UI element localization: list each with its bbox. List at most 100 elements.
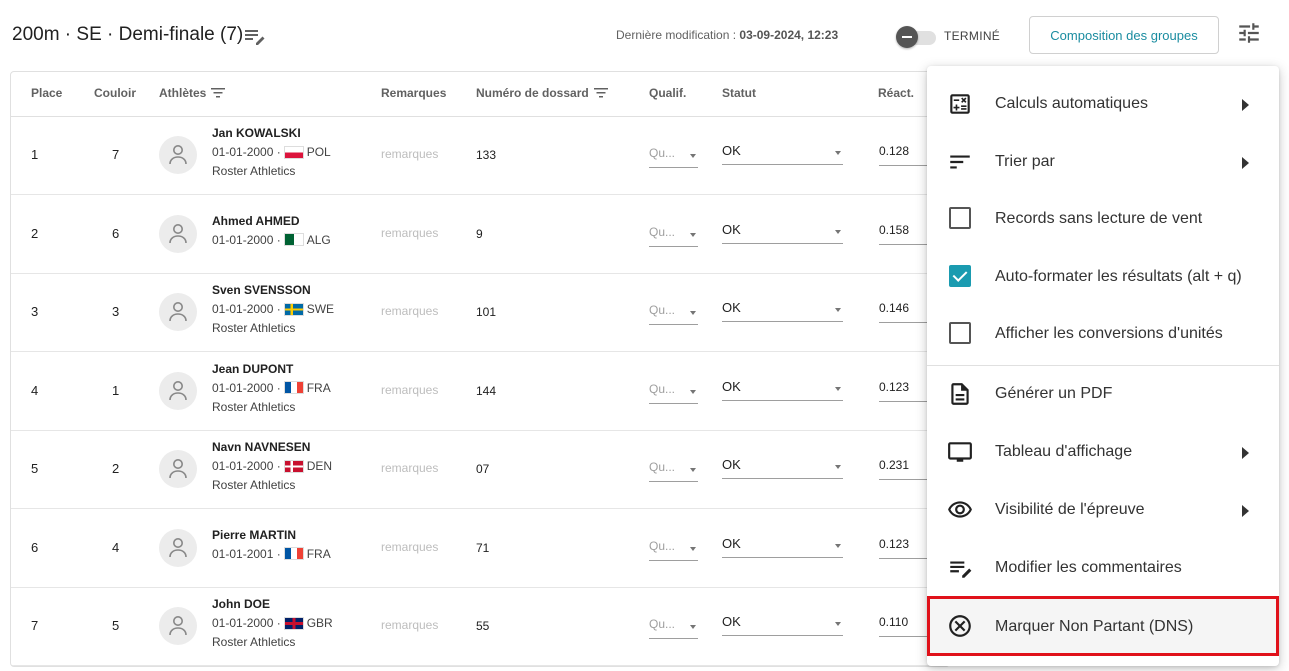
chevron-right-icon [1242,447,1249,459]
header-place[interactable]: Place [31,86,62,100]
status-select[interactable]: OK [722,222,843,244]
records-no-wind-checkbox[interactable] [949,207,971,229]
table-row[interactable]: 3 3 Sven SVENSSON 01-01-2000 · SWE Roster Ath… [11,274,949,352]
filter-icon[interactable] [593,87,609,99]
person-icon [169,380,187,400]
table-row[interactable]: 1 7 Jan KOWALSKI 01-01-2000 · POL Roster Athl… [11,117,949,195]
menu-item-unit-conversions[interactable]: Afficher les conversions d'unités [927,305,1279,363]
results-table: Place Couloir Athlètes Remarques Numéro … [10,71,950,667]
remarks-input[interactable]: remarques [381,540,438,554]
table-row[interactable]: 2 6 Ahmed AHMED 01-01-2000 · ALG remarques 9 Qu… [11,196,949,274]
qualif-select[interactable]: Qu... [649,617,698,639]
unit-conversions-checkbox[interactable] [949,322,971,344]
lane-cell: 3 [112,304,120,319]
options-menu: Calculs automatiques Trier par Records s… [927,66,1279,666]
athlete-name[interactable]: Navn NAVNESEN [212,440,310,454]
country-flag-icon [283,233,304,246]
chevron-right-icon [1242,99,1249,111]
table-row[interactable]: 7 5 John DOE 01-01-2000 · GBR Roster Athletic… [11,588,949,666]
person-icon [169,145,187,165]
qualif-select[interactable]: Qu... [649,225,698,247]
bib-cell[interactable]: 9 [476,227,483,241]
menu-item-mark-dns[interactable]: Marquer Non Partant (DNS) [927,596,1279,656]
finished-toggle[interactable] [896,26,940,48]
header-athletes[interactable]: Athlètes [159,86,226,100]
header-reaction[interactable]: Réact. [878,86,914,100]
menu-item-label: Afficher les conversions d'unités [995,325,1223,342]
athlete-name[interactable]: Pierre MARTIN [212,528,296,542]
remarks-input[interactable]: remarques [381,226,438,240]
bib-cell[interactable]: 07 [476,462,489,476]
menu-item-label: Records sans lecture de vent [995,210,1203,227]
bib-cell[interactable]: 55 [476,619,489,633]
chevron-down-icon [690,546,696,551]
edit-notes-icon[interactable] [242,24,266,48]
athlete-info: 01-01-2000 · GBR [212,616,333,630]
header-bib[interactable]: Numéro de dossard [476,86,609,100]
status-select[interactable]: OK [722,536,843,558]
place-cell: 1 [31,147,39,162]
menu-item-generate-pdf[interactable]: Générer un PDF [927,365,1279,423]
qualif-select[interactable]: Qu... [649,382,698,404]
bib-cell[interactable]: 144 [476,384,496,398]
remarks-input[interactable]: remarques [381,618,438,632]
place-cell: 4 [31,382,39,398]
remarks-input[interactable]: remarques [381,461,438,475]
remarks-input[interactable]: remarques [381,304,438,318]
status-select[interactable]: OK [722,300,843,322]
qualif-select[interactable]: Qu... [649,146,698,168]
status-select[interactable]: OK [722,457,843,479]
menu-item-label: Trier par [995,153,1055,170]
header-remarks[interactable]: Remarques [381,86,446,100]
menu-item-edit-comments[interactable]: Modifier les commentaires [927,539,1279,597]
group-composition-button[interactable]: Composition des groupes [1029,16,1219,54]
document-icon [951,383,969,405]
qualif-select[interactable]: Qu... [649,303,698,325]
status-select[interactable]: OK [722,143,843,165]
menu-item-records-no-wind[interactable]: Records sans lecture de vent [927,190,1279,248]
athlete-club: Roster Athletics [212,321,296,335]
page-header: 200m · SE · Demi-finale (7) Dernière mod… [0,0,1289,70]
header-status[interactable]: Statut [722,86,756,100]
bib-cell[interactable]: 133 [476,148,496,162]
athlete-info: 01-01-2000 · FRA [212,381,331,395]
status-select[interactable]: OK [722,614,843,636]
qualif-select[interactable]: Qu... [649,460,698,482]
header-lane[interactable]: Couloir [94,86,136,100]
tune-settings-icon[interactable] [1236,20,1262,46]
remarks-input[interactable]: remarques [381,383,438,397]
bib-cell[interactable]: 71 [476,541,489,555]
menu-item-scoreboard[interactable]: Tableau d'affichage [927,423,1279,481]
edit-notes-icon [950,561,972,578]
chevron-down-icon [690,468,696,472]
menu-item-event-visibility[interactable]: Visibilité de l'épreuve [927,481,1279,539]
auto-format-checkbox[interactable] [949,265,971,287]
remarks-input[interactable]: remarques [381,147,438,161]
qualif-select[interactable]: Qu... [649,539,698,561]
menu-item-label: Générer un PDF [995,385,1113,402]
athlete-name[interactable]: Jean DUPONT [212,362,293,376]
bib-cell[interactable]: 101 [476,305,496,319]
menu-item-auto-format[interactable]: Auto-formater les résultats (alt + q) [927,248,1279,306]
lane-cell: 2 [112,461,120,476]
header-qualif[interactable]: Qualif. [649,86,686,100]
status-select[interactable]: OK [722,379,843,401]
athlete-name[interactable]: Ahmed AHMED [212,214,300,228]
country-flag-icon [283,459,304,473]
person-icon [169,223,187,243]
place-cell: 7 [31,618,39,633]
avatar [159,371,197,410]
table-row[interactable]: 5 2 Navn NAVNESEN 01-01-2000 · DEN Roster Ath… [11,431,949,509]
table-row[interactable]: 4 1 Jean DUPONT 01-01-2000 · FRA Roster Athle… [11,353,949,431]
table-row[interactable]: 6 4 Pierre MARTIN 01-01-2001 · FRA remarques 7… [11,510,949,588]
athlete-name[interactable]: Jan KOWALSKI [212,126,301,140]
menu-item-sort-by[interactable]: Trier par [927,133,1279,191]
filter-icon[interactable] [210,87,226,99]
menu-item-label: Calculs automatiques [995,95,1148,112]
menu-item-auto-calc[interactable]: Calculs automatiques [927,75,1279,133]
athlete-club: Roster Athletics [212,164,296,178]
athlete-name[interactable]: Sven SVENSSON [212,283,311,297]
country-flag-icon [283,547,304,560]
avatar [159,293,197,331]
athlete-name[interactable]: John DOE [212,597,270,611]
